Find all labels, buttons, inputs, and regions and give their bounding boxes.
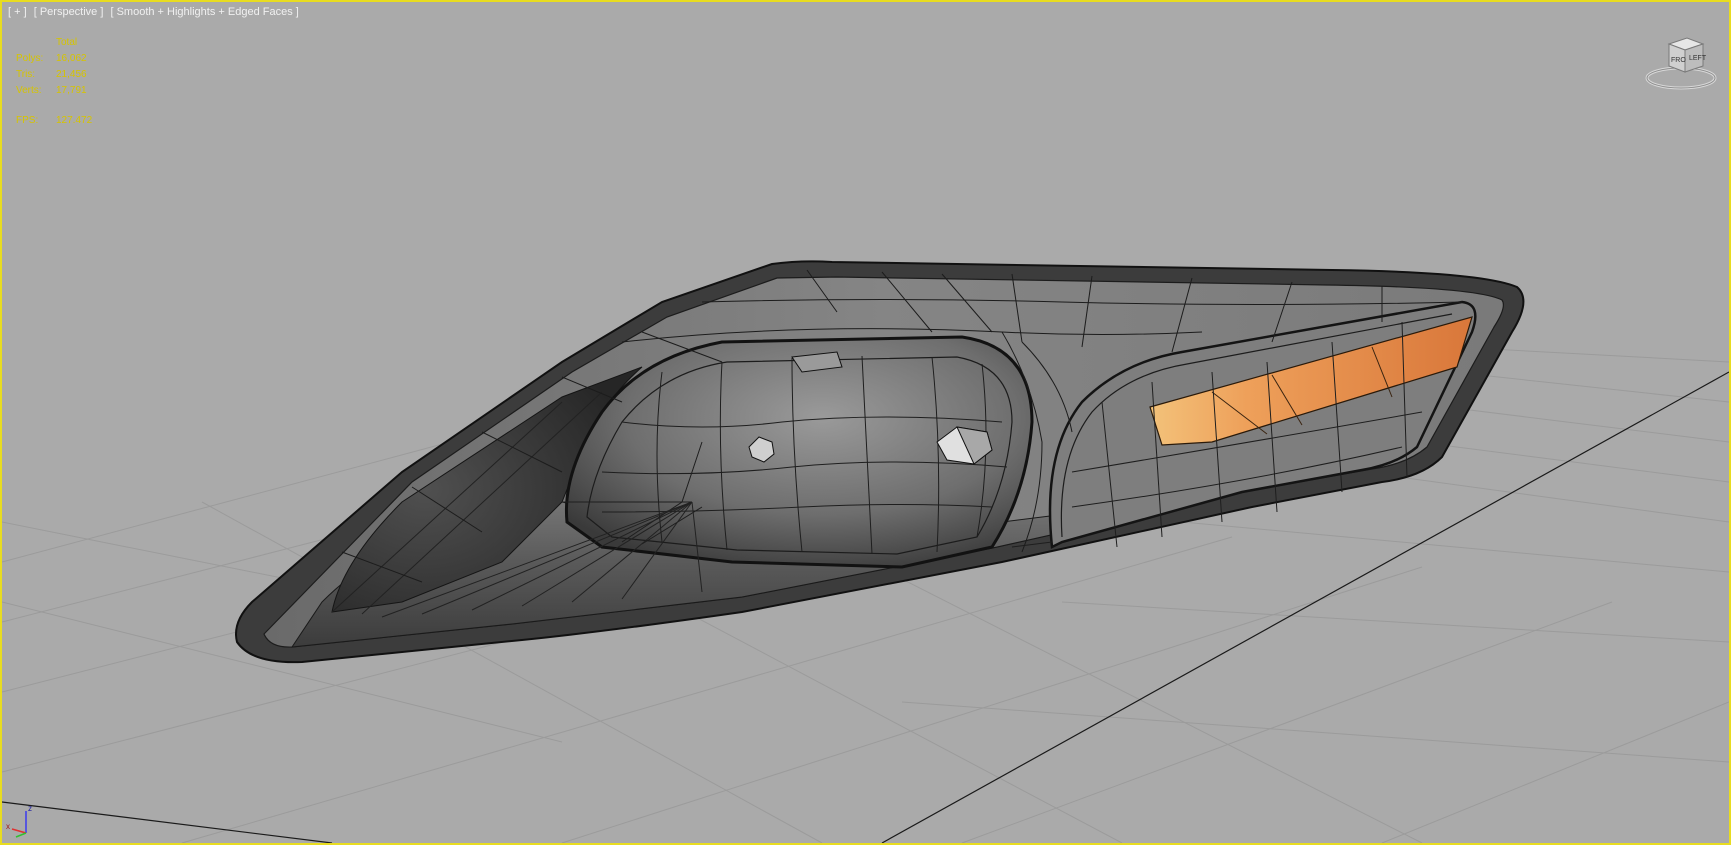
viewport-shading-menu[interactable]: [ Smooth + Highlights + Edged Faces ] <box>110 6 298 18</box>
statistics-overlay: Total Polys: 16,062 Tris: 21,456 Verts: … <box>16 35 116 129</box>
headlight-model <box>235 260 1525 664</box>
perspective-viewport[interactable]: [ + ] [ Perspective ] [ Smooth + Highlig… <box>0 0 1731 845</box>
viewport-pov-menu[interactable]: [ Perspective ] <box>34 6 104 18</box>
stats-row-verts: Verts: 17,791 <box>16 85 87 96</box>
svg-text:LEFT: LEFT <box>1689 55 1707 62</box>
stats-row-tris: Tris: 21,456 <box>16 69 87 80</box>
axis-z-label: z <box>28 804 32 813</box>
axis-tripod-icon: z x <box>6 804 32 838</box>
stats-row-fps: FPS: 127.472 <box>16 115 93 126</box>
stats-row-polys: Polys: 16,062 <box>16 53 87 64</box>
viewcube-icon[interactable]: FRO LEFT <box>1643 32 1719 92</box>
axis-x-label: x <box>6 822 10 831</box>
stats-header: Total <box>56 37 78 48</box>
svg-text:FRO: FRO <box>1671 57 1686 64</box>
viewport-label-menu[interactable]: [ + ] [ Perspective ] [ Smooth + Highlig… <box>8 6 303 18</box>
viewport-scene <box>2 260 1729 843</box>
viewport-general-menu[interactable]: [ + ] <box>8 6 27 18</box>
